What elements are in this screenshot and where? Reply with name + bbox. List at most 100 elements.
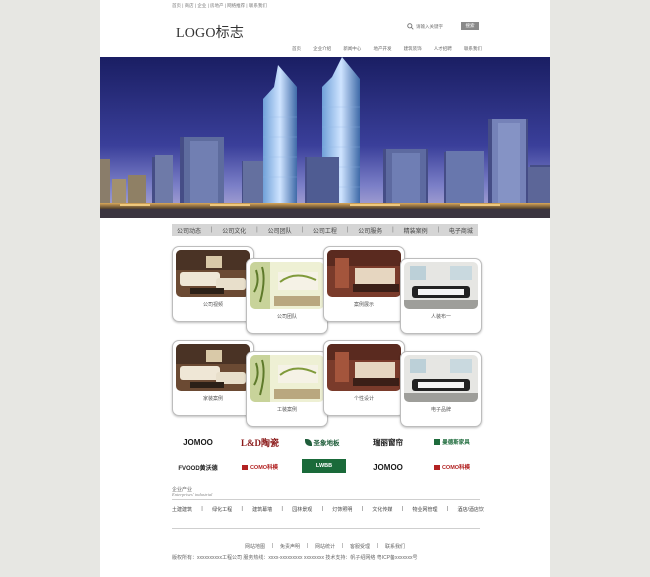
card-company-video[interactable]: 公司视频 <box>172 246 254 322</box>
nav-item-news[interactable]: 新闻中心 <box>343 46 361 52</box>
card-label: 工装案例 <box>276 407 297 413</box>
separator: | <box>437 227 440 233</box>
nav-item-decoration[interactable]: 建筑装饰 <box>404 46 422 52</box>
industry-item[interactable]: 园林景观 <box>292 506 312 513</box>
footer-link-stats[interactable]: 网站统计 <box>315 543 335 550</box>
brand-logo-lwbb[interactable]: LWBB <box>302 459 346 473</box>
industry-item[interactable]: 灯饰照明 <box>332 506 352 513</box>
nav-item-contact[interactable]: 联系我们 <box>464 46 482 52</box>
brand-logo-jomoo-2[interactable]: JOMOO <box>362 459 414 475</box>
brand-name: FVOOD黄沃德 <box>178 465 218 472</box>
brand-name: 曼德斯家具 <box>442 440 470 446</box>
logo[interactable]: LOGO标志 <box>176 22 244 42</box>
separator: | <box>201 506 203 512</box>
brand-logo-como-2[interactable]: COMO科模 <box>426 459 478 475</box>
page-container: 首页 | 商店 | 企业 | 房地产 | 网络推荐 | 联系我们 LOGO标志 … <box>100 0 550 577</box>
separator: | <box>306 543 309 549</box>
bedroom-photo <box>327 344 401 391</box>
separator: | <box>401 506 404 512</box>
wall-art-room-photo <box>250 355 324 402</box>
nav-item-home[interactable]: 首页 <box>292 46 301 52</box>
lounge-photo <box>404 355 478 402</box>
brand-logo-floor[interactable]: 圣象地板 <box>296 434 348 450</box>
footer-link-support[interactable]: 客服受理 <box>350 543 370 550</box>
footer-link-sitemap[interactable]: 网站地图 <box>245 543 265 550</box>
separator: | <box>281 506 283 512</box>
industry-item[interactable]: 文化传媒 <box>372 506 392 513</box>
card-label: 公司团队 <box>276 314 297 320</box>
bedroom-photo <box>327 250 401 297</box>
separator: | <box>446 506 449 512</box>
category-bar: 公司动态 | 公司文化 | 公司团队 | 公司工程 | 公司服务 | 精装案例 | 电子商城 <box>172 224 478 236</box>
industry-item[interactable]: 绿化工程 <box>212 506 232 513</box>
divider <box>172 528 480 529</box>
living-room-photo <box>176 344 250 391</box>
category-team[interactable]: 公司团队 <box>268 226 292 235</box>
lounge-photo <box>404 262 478 309</box>
card-commercial-cases[interactable]: 工装案例 <box>246 351 328 427</box>
brand-logo-curtain[interactable]: 瑞丽窗帘 <box>362 434 414 450</box>
industries-list: 土建建筑 | 绿化工程 | 建筑幕墙 | 园林景观 | 灯饰照明 | 文化传媒 | 物业网管… <box>172 506 484 513</box>
separator: | <box>210 227 213 233</box>
card-label: 电子品牌 <box>430 407 451 413</box>
brand-name: JOMOO <box>183 437 213 447</box>
card-label: 家装案例 <box>202 396 223 402</box>
flag-icon <box>241 464 248 470</box>
city-skyline-banner <box>100 57 550 218</box>
search-button[interactable]: 搜索 <box>461 22 479 30</box>
card-custom-design[interactable]: 个性设计 <box>323 340 405 416</box>
industry-item[interactable]: 物业网管理 <box>412 506 437 513</box>
brand-logo-ld[interactable]: L&D陶瓷 <box>234 434 286 450</box>
separator: | <box>271 543 274 549</box>
category-cases[interactable]: 精装案例 <box>404 226 428 235</box>
brand-name: JOMOO <box>373 462 403 472</box>
wall-art-room-photo <box>250 262 324 309</box>
industry-item[interactable]: 建筑幕墙 <box>252 506 272 513</box>
category-shop[interactable]: 电子商城 <box>449 226 473 235</box>
square-icon <box>434 439 441 445</box>
nav-item-about[interactable]: 企业介绍 <box>313 46 331 52</box>
search-input[interactable] <box>416 22 460 30</box>
card-label: 公司视频 <box>202 302 223 308</box>
brand-name: LWBB <box>315 463 333 469</box>
separator: | <box>321 506 323 512</box>
brand-logo-furniture[interactable]: 曼德斯家具 <box>426 434 478 450</box>
brand-logo-fvood[interactable]: FVOOD黄沃德 <box>172 459 224 475</box>
separator: | <box>241 506 243 512</box>
category-company-news[interactable]: 公司动态 <box>177 226 201 235</box>
card-home-cases[interactable]: 家装案例 <box>172 340 254 416</box>
copyright-text: 版权所有：xxxxxxxxxx工程公司 服务热线：xxxx-xxxxxxxxx … <box>172 555 418 561</box>
leaf-icon <box>304 438 312 446</box>
brand-name: COMO科模 <box>249 465 279 471</box>
brand-name: 圣象地板 <box>313 440 340 447</box>
living-room-photo <box>176 250 250 297</box>
card-e-brand[interactable]: 电子品牌 <box>400 351 482 427</box>
category-culture[interactable]: 公司文化 <box>222 226 246 235</box>
separator: | <box>392 227 394 233</box>
brand-logo-como[interactable]: COMO科模 <box>234 459 286 475</box>
industry-item[interactable]: 土建建筑 <box>172 506 192 513</box>
card-label: 个性设计 <box>353 396 374 402</box>
separator: | <box>301 227 304 233</box>
footer-link-contact[interactable]: 联系我们 <box>385 543 405 550</box>
nav-item-jobs[interactable]: 人才招聘 <box>434 46 452 52</box>
separator: | <box>346 227 349 233</box>
card-company-team[interactable]: 公司团队 <box>246 258 328 334</box>
card-label: 人装布一 <box>430 314 451 320</box>
category-services[interactable]: 公司服务 <box>358 226 382 235</box>
separator: | <box>256 227 258 233</box>
brand-name: COMO科模 <box>441 465 471 471</box>
industry-item[interactable]: 酒店/酒店饮 <box>458 506 484 513</box>
category-projects[interactable]: 公司工程 <box>313 226 337 235</box>
nav-item-realestate[interactable]: 地产开发 <box>373 46 391 52</box>
footer-link-disclaimer[interactable]: 免责声明 <box>280 543 300 550</box>
separator: | <box>376 543 379 549</box>
flag-icon <box>433 464 440 470</box>
main-nav: 首页 企业介绍 新闻中心 地产开发 建筑装饰 人才招聘 联系我们 <box>292 46 482 52</box>
top-links[interactable]: 首页 | 商店 | 企业 | 房地产 | 网络推荐 | 联系我们 <box>172 3 267 9</box>
card-interior[interactable]: 人装布一 <box>400 258 482 334</box>
card-case-showcase[interactable]: 案例展示 <box>323 246 405 322</box>
brand-name: L&D陶瓷 <box>241 437 279 448</box>
brand-logo-jomoo[interactable]: JOMOO <box>172 434 224 450</box>
search-icon <box>407 23 414 30</box>
